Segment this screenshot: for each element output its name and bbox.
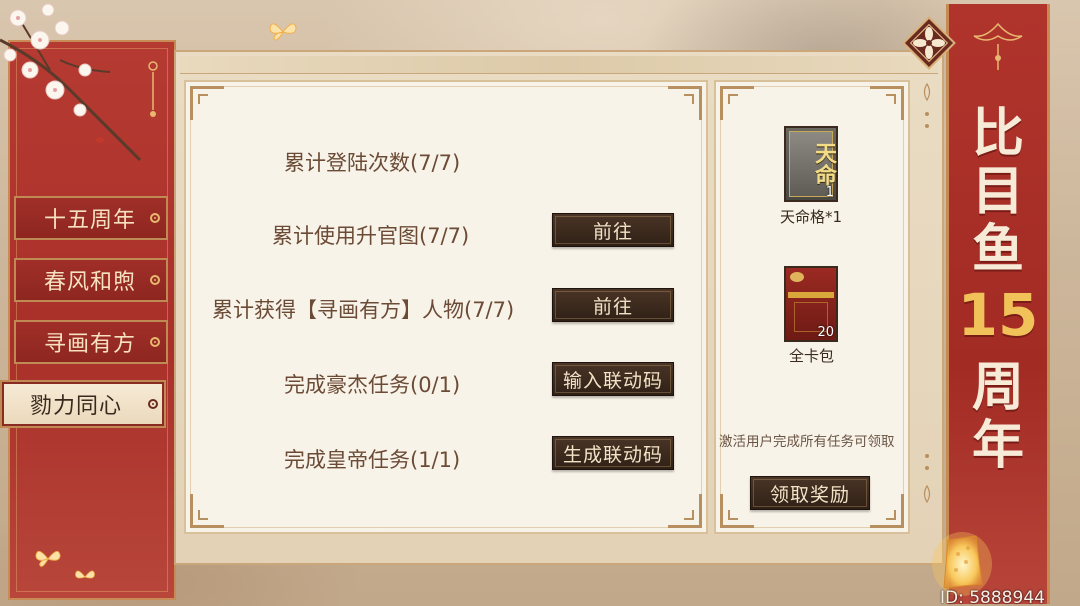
reward-requirement-note: 激活用户完成所有任务可领取 [719, 434, 895, 450]
goto-button[interactable]: 前往 [552, 213, 674, 247]
close-icon[interactable] [900, 14, 958, 72]
corner-ornament [720, 86, 754, 120]
banner-number: 15 [957, 281, 1039, 349]
butterfly-icon [75, 570, 95, 579]
plum-blossom-decoration [0, 3, 142, 162]
side-ornament [148, 61, 158, 117]
tab-label: 勠力同心 [30, 394, 123, 419]
corner-ornament [668, 494, 702, 528]
goto-button[interactable]: 前往 [552, 288, 674, 322]
task-label: 累计登陆次数(7/7) [284, 151, 461, 175]
corner-ornament [870, 86, 904, 120]
corner-ornament [720, 494, 754, 528]
generate-link-code-button[interactable]: 生成联动码 [552, 436, 674, 470]
claim-reward-button[interactable]: 领取奖励 [750, 476, 870, 510]
tab-label: 春风和煦 [44, 270, 137, 295]
tab-united-effort[interactable]: 勠力同心 [0, 380, 166, 428]
pack-knot [790, 272, 804, 282]
banner-ornament [973, 22, 1023, 70]
corner-ornament [870, 494, 904, 528]
corner-ornament [190, 86, 224, 120]
banner-char: 比 [971, 103, 1024, 164]
tab-fifteenth-anniversary[interactable]: 十五周年 [14, 196, 168, 240]
tianmingge-card-icon[interactable]: 天命 1 [784, 126, 838, 202]
corner-ornament [668, 86, 702, 120]
butterfly-icon [269, 23, 297, 41]
banner-char: 鱼 [971, 219, 1024, 280]
edge-ornament [923, 82, 931, 128]
tab-indicator-icon [148, 399, 158, 409]
enter-link-code-button[interactable]: 输入联动码 [552, 362, 674, 396]
butterfly-icon [35, 550, 61, 567]
task-label: 完成豪杰任务(0/1) [284, 373, 461, 397]
banner-char: 年 [971, 415, 1024, 476]
tab-seek-painting[interactable]: 寻画有方 [14, 320, 168, 364]
user-id-text: ID: 5888944 [940, 588, 1045, 606]
reward-count: 1 [825, 185, 834, 200]
tab-indicator-icon [150, 275, 160, 285]
reward-count: 20 [817, 325, 834, 340]
pack-band [788, 292, 834, 298]
reward-name: 天命格*1 [780, 208, 843, 226]
tab-label: 寻画有方 [44, 332, 137, 357]
reward-name: 全卡包 [789, 347, 835, 365]
edge-ornament [923, 454, 931, 504]
tab-spring-breeze[interactable]: 春风和煦 [14, 258, 168, 302]
task-label: 完成皇帝任务(1/1) [284, 448, 461, 472]
banner-char: 周 [971, 357, 1024, 418]
task-label: 累计使用升官图(7/7) [272, 224, 470, 248]
banner-char: 目 [971, 161, 1024, 222]
tab-indicator-icon [150, 337, 160, 347]
corner-ornament [190, 494, 224, 528]
tab-label: 十五周年 [44, 208, 137, 233]
panel-top-trim [180, 56, 938, 74]
card-pack-icon[interactable]: 20 [784, 266, 838, 342]
tab-indicator-icon [150, 213, 160, 223]
task-label: 累计获得【寻画有方】人物(7/7) [212, 298, 515, 322]
